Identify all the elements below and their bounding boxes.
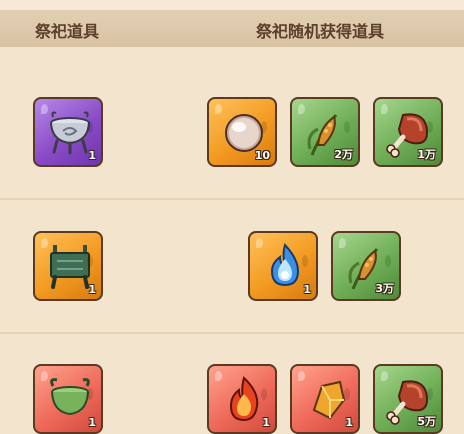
item-quantity: 1 <box>303 283 311 296</box>
reward-item-pearl[interactable]: 10 <box>207 97 277 167</box>
row-divider <box>0 332 464 334</box>
random-rewards-heading: 祭祀随机获得道具 <box>256 22 385 41</box>
reward-item-millet[interactable]: 2万 <box>290 97 360 167</box>
reward-item-millet[interactable]: 3万 <box>331 231 401 301</box>
sacrifice-items-heading: 祭祀道具 <box>35 22 100 41</box>
reward-item-meat-leg[interactable]: 5万 <box>373 364 443 434</box>
sacrifice-item-jade-cauldron[interactable]: 1 <box>33 364 103 434</box>
sacrifice-item-silver-censer[interactable]: 1 <box>33 97 103 167</box>
reward-item-meat-leg[interactable]: 1万 <box>373 97 443 167</box>
item-quantity: 2万 <box>334 148 353 161</box>
item-quantity: 10 <box>254 149 270 162</box>
table-header: 祭祀道具 祭祀随机获得道具 <box>0 10 464 47</box>
item-quantity: 5万 <box>417 415 436 428</box>
item-quantity: 1 <box>88 416 96 429</box>
item-quantity: 1 <box>345 416 353 429</box>
row-divider <box>0 198 464 200</box>
item-quantity: 1 <box>262 416 270 429</box>
reward-item-red-flame[interactable]: 1 <box>207 364 277 434</box>
top-strip <box>0 0 464 10</box>
reward-item-blue-spirit-flame[interactable]: 1 <box>248 231 318 301</box>
reward-item-golden-ore[interactable]: 1 <box>290 364 360 434</box>
item-quantity: 1万 <box>417 148 436 161</box>
sacrifice-item-bronze-ding[interactable]: 1 <box>33 231 103 301</box>
item-quantity: 1 <box>88 149 96 162</box>
item-quantity: 3万 <box>375 282 394 295</box>
item-quantity: 1 <box>88 283 96 296</box>
